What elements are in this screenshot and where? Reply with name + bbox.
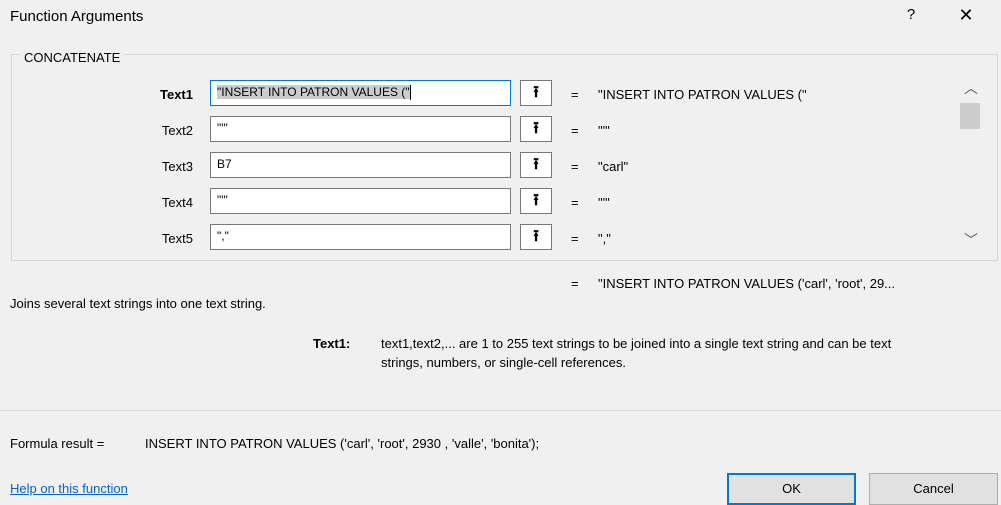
argument-value: "'": [598, 195, 610, 210]
argument-value: "carl": [598, 159, 629, 174]
help-on-function-link[interactable]: Help on this function: [10, 481, 128, 496]
argument-help-line1: text1,text2,... are 1 to 255 text string…: [381, 336, 892, 351]
text-caret: [409, 85, 411, 101]
collapse-dialog-icon[interactable]: ⭱: [520, 80, 552, 106]
argument-input-text5[interactable]: ",": [210, 224, 511, 250]
collapse-dialog-icon[interactable]: ⭱: [520, 152, 552, 178]
close-icon[interactable]: ✕: [948, 5, 984, 31]
argument-value: "INSERT INTO PATRON VALUES (": [598, 87, 807, 102]
title-bar: Function Arguments ? ✕: [0, 0, 1001, 36]
equals-sign: =: [571, 195, 579, 210]
argument-help-line2: strings, numbers, or single-cell referen…: [381, 355, 626, 370]
equals-sign: =: [571, 276, 579, 291]
overall-result-preview: "INSERT INTO PATRON VALUES ('carl', 'roo…: [598, 276, 896, 291]
separator: [0, 410, 1001, 411]
argument-help-name: Text1:: [313, 336, 351, 351]
arguments-scrollbar[interactable]: ︿ ﹀: [957, 76, 985, 254]
scroll-up-icon[interactable]: ︿: [957, 78, 985, 102]
collapse-dialog-icon[interactable]: ⭱: [520, 188, 552, 214]
help-icon-button[interactable]: ?: [896, 6, 926, 30]
argument-value: ",": [598, 231, 611, 246]
collapse-dialog-icon[interactable]: ⭱: [520, 224, 552, 250]
formula-result-value: INSERT INTO PATRON VALUES ('carl', 'root…: [145, 436, 540, 451]
argument-input-text1[interactable]: "INSERT INTO PATRON VALUES (": [210, 80, 511, 106]
formula-result-label: Formula result =: [10, 436, 105, 451]
function-name-label: CONCATENATE: [20, 50, 125, 65]
equals-sign: =: [571, 159, 579, 174]
cancel-button[interactable]: Cancel: [869, 473, 998, 505]
input-selection-text: "INSERT INTO PATRON VALUES (": [217, 85, 410, 99]
equals-sign: =: [571, 231, 579, 246]
argument-value: "'": [598, 123, 610, 138]
argument-input-text2[interactable]: "'": [210, 116, 511, 142]
argument-label: Text3: [161, 159, 193, 174]
ok-button[interactable]: OK: [727, 473, 856, 505]
dialog-title: Function Arguments: [10, 8, 144, 25]
argument-input-text3[interactable]: B7: [210, 152, 511, 178]
equals-sign: =: [571, 87, 579, 102]
argument-input-text4[interactable]: "'": [210, 188, 511, 214]
function-description: Joins several text strings into one text…: [10, 296, 266, 311]
scroll-thumb[interactable]: [960, 103, 980, 129]
argument-label: Text4: [161, 195, 193, 210]
argument-label: Text1: [160, 87, 193, 102]
collapse-dialog-icon[interactable]: ⭱: [520, 116, 552, 142]
argument-label: Text2: [161, 123, 193, 138]
argument-label: Text5: [161, 231, 193, 246]
equals-sign: =: [571, 123, 579, 138]
scroll-down-icon[interactable]: ﹀: [957, 230, 985, 254]
